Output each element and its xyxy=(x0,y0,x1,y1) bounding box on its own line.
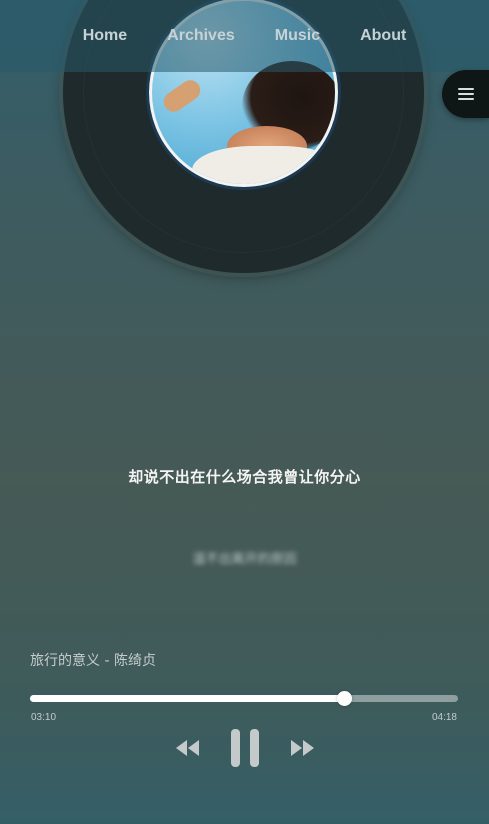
song-title: 旅行的意义 - 陈绮贞 xyxy=(30,653,156,669)
progress-handle[interactable] xyxy=(336,691,352,706)
nav-item-about[interactable]: About xyxy=(360,27,406,45)
fast-forward-icon xyxy=(290,740,314,756)
menu-toggle-button[interactable] xyxy=(442,70,489,118)
nav-item-music[interactable]: Music xyxy=(275,27,320,45)
rewind-icon xyxy=(175,740,199,756)
next-button[interactable] xyxy=(289,739,315,757)
previous-button[interactable] xyxy=(175,739,201,757)
current-time: 03:10 xyxy=(31,712,57,723)
playback-controls xyxy=(0,728,489,768)
progress-bar[interactable] xyxy=(30,691,458,706)
total-time: 04:18 xyxy=(431,712,457,723)
play-pause-button[interactable] xyxy=(229,728,261,768)
top-navigation: Home Archives Music About xyxy=(0,0,489,72)
nav-item-home[interactable]: Home xyxy=(83,27,127,45)
nav-item-archives[interactable]: Archives xyxy=(167,27,235,45)
pause-icon xyxy=(230,729,259,767)
lyric-next-line: 温不出离开的原因 xyxy=(192,552,297,567)
hamburger-menu-icon xyxy=(457,88,474,100)
lyric-current-line: 却说不出在什么场合我曾让你分心 xyxy=(128,468,361,486)
progress-fill xyxy=(30,695,345,702)
